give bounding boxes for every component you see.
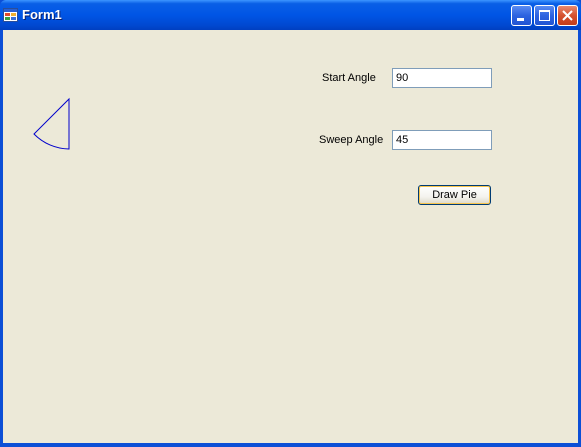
start-angle-input[interactable]	[392, 68, 492, 88]
minimize-button[interactable]	[511, 5, 532, 26]
pie-slice-outline	[33, 97, 70, 150]
title-bar[interactable]: Form1	[0, 0, 581, 30]
close-button[interactable]	[557, 5, 578, 26]
application-window: Form1 Start Angle Sweep Angle Draw Pie	[0, 0, 581, 447]
maximize-button[interactable]	[534, 5, 555, 26]
window-title: Form1	[22, 7, 62, 22]
start-angle-label: Start Angle	[322, 72, 376, 84]
app-form-icon[interactable]	[3, 8, 18, 22]
draw-pie-button[interactable]: Draw Pie	[418, 185, 491, 205]
minimize-icon	[517, 18, 524, 21]
close-icon	[562, 10, 573, 21]
sweep-angle-input[interactable]	[392, 130, 492, 150]
maximize-icon	[539, 10, 550, 21]
pie-drawing	[33, 97, 70, 150]
form-client-area: Start Angle Sweep Angle Draw Pie	[3, 30, 578, 443]
sweep-angle-label: Sweep Angle	[319, 134, 384, 146]
